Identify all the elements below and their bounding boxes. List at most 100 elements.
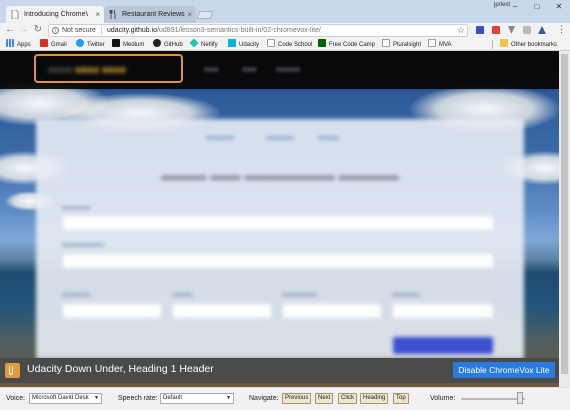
voice-select[interactable]: Microsoft David Desk ▼ xyxy=(29,393,102,404)
bookmark-udacity[interactable]: Udacity xyxy=(228,39,259,50)
url-text[interactable]: udacity.github.io/ud891/lesson3-semantic… xyxy=(107,27,321,34)
twitter-icon xyxy=(76,39,84,47)
nav-link[interactable]: ■■■ xyxy=(242,65,257,74)
fork-knife-icon xyxy=(109,10,116,19)
other-bookmarks-label: Other bookmarks xyxy=(511,42,558,48)
volume-label: Volume: xyxy=(430,395,456,402)
netlify-icon xyxy=(189,38,199,48)
voice-label: Voice: xyxy=(6,395,26,402)
next-button[interactable]: Next xyxy=(315,393,334,404)
bookmark-code-school[interactable]: Code School xyxy=(267,39,312,50)
chromevox-announcement: Udacity Down Under, Heading 1 Header xyxy=(27,363,214,375)
security-label[interactable]: Not secure xyxy=(62,27,96,34)
chromevox-icon xyxy=(5,363,20,378)
speech-rate-select[interactable]: Default ▼ xyxy=(160,393,234,404)
divider xyxy=(492,40,493,49)
field-label: ▬▬▬▬ xyxy=(392,291,420,298)
previous-button[interactable]: Previous xyxy=(282,393,312,404)
tab-close-icon[interactable]: × xyxy=(95,6,100,23)
bookmark-label: Free Code Camp xyxy=(329,42,376,48)
nav-link[interactable]: ■■■ xyxy=(204,65,219,74)
bookmark-label: Code School xyxy=(278,42,313,48)
field-label: ▬▬▬▬▬ xyxy=(282,291,317,298)
divider xyxy=(101,27,102,35)
freecodecamp-icon xyxy=(318,39,326,47)
info-icon[interactable]: i xyxy=(52,27,59,34)
bookmarks-bar: Apps Gmail Twitter Medium GitHub Netlify… xyxy=(0,38,570,51)
volume-slider-thumb[interactable] xyxy=(516,392,523,404)
select-input[interactable] xyxy=(282,303,382,319)
bookmark-twitter[interactable]: Twitter xyxy=(76,39,105,50)
folder-icon xyxy=(500,39,508,47)
menu-dots-icon[interactable]: ⋮ xyxy=(557,24,566,35)
bookmark-apps[interactable]: Apps xyxy=(6,39,31,50)
form-tab-link[interactable]: ▬▬▬ xyxy=(318,134,339,141)
chromevox-banner: Udacity Down Under, Heading 1 Header Dis… xyxy=(0,358,559,383)
select-input[interactable] xyxy=(172,303,272,319)
page-icon xyxy=(267,39,275,47)
bookmark-label: Twitter xyxy=(87,42,105,48)
field-label: ▬▬▬▬ xyxy=(62,204,90,211)
text-input[interactable] xyxy=(62,253,494,269)
field-label: ▬▬▬▬▬▬ xyxy=(62,241,104,248)
text-input[interactable] xyxy=(62,215,494,231)
tab-introducing-chromevox[interactable]: Introducing ChromeVox × xyxy=(6,6,104,23)
select-input[interactable] xyxy=(62,303,162,319)
tab-close-icon[interactable]: × xyxy=(187,6,192,23)
back-arrow-icon[interactable]: ← xyxy=(4,23,16,37)
tab-restaurant-reviews[interactable]: Restaurant Reviews × xyxy=(104,6,196,23)
maximize-button[interactable]: □ xyxy=(526,0,548,14)
tab-title: Restaurant Reviews xyxy=(122,11,185,18)
github-icon xyxy=(153,39,161,47)
address-bar[interactable]: i Not secure udacity.github.io/ud891/les… xyxy=(48,24,468,37)
speech-rate-value: Default xyxy=(163,395,183,401)
click-button[interactable]: Click xyxy=(338,393,357,404)
vertical-scrollbar[interactable] xyxy=(559,51,570,387)
submit-button[interactable] xyxy=(393,337,493,354)
new-tab-button[interactable] xyxy=(196,11,214,19)
extension-icon[interactable] xyxy=(523,26,531,34)
form-tab-link[interactable]: ▬▬▬▬ xyxy=(206,134,234,141)
volume-slider[interactable] xyxy=(461,398,525,400)
bookmark-netlify[interactable]: Netlify xyxy=(189,38,218,50)
shield-extension-icon[interactable] xyxy=(492,26,500,34)
bookmark-label: Apps xyxy=(17,42,31,48)
dropdown-arrow-icon: ▼ xyxy=(226,395,231,401)
disable-chromevox-button[interactable]: Disable ChromeVox Lite xyxy=(453,362,555,378)
bookmark-mva[interactable]: MVA xyxy=(428,39,452,50)
close-window-button[interactable]: ✕ xyxy=(548,0,570,14)
top-button[interactable]: Top xyxy=(393,393,409,404)
bookmark-medium[interactable]: Medium xyxy=(112,39,144,50)
site-logo-link[interactable]: ■■■■ ■■■■ ■■■■ xyxy=(34,54,183,83)
other-bookmarks[interactable]: Other bookmarks xyxy=(500,39,557,50)
bookmark-label: Gmail xyxy=(51,42,67,48)
document-icon xyxy=(11,10,19,19)
select-input[interactable] xyxy=(392,303,494,319)
voice-value: Microsoft David Desk xyxy=(32,395,89,401)
gmail-icon xyxy=(40,39,48,47)
a-extension-icon[interactable] xyxy=(538,26,546,34)
page-viewport: ■■■■ ■■■■ ■■■■ ■■■ ■■■ ■■■■■ ▬▬▬▬ ▬▬▬▬ ▬… xyxy=(0,51,559,387)
nav-link[interactable]: ■■■■■ xyxy=(276,65,300,74)
bookmark-star-icon[interactable]: ☆ xyxy=(457,25,465,36)
bookmark-pluralsight[interactable]: Pluralsight xyxy=(382,39,421,50)
bookmark-label: Pluralsight xyxy=(393,42,422,48)
reload-icon[interactable]: ↻ xyxy=(32,23,44,37)
tab-title: Introducing ChromeVox xyxy=(24,11,88,18)
bookmark-free-code-camp[interactable]: Free Code Camp xyxy=(318,39,375,50)
scrollbar-thumb[interactable] xyxy=(561,54,568,374)
heading-button[interactable]: Heading xyxy=(360,393,389,404)
forward-arrow-icon[interactable]: → xyxy=(18,23,30,37)
bookmark-label: Netlify xyxy=(201,42,218,48)
url-host: udacity.github.io xyxy=(107,27,158,34)
speech-rate-label: Speech rate: xyxy=(118,395,158,402)
url-path: /ud891/lesson3-semantics-built-in/02-chr… xyxy=(157,27,321,34)
apps-grid-icon xyxy=(6,39,14,47)
form-tab-link[interactable]: ▬▬▬▬ xyxy=(266,134,294,141)
bookmark-label: Medium xyxy=(123,42,145,48)
minimize-button[interactable]: − xyxy=(504,0,526,14)
vee-extension-icon[interactable] xyxy=(508,26,515,34)
bookmark-github[interactable]: GitHub xyxy=(153,39,183,50)
extension-icon[interactable] xyxy=(476,26,484,34)
bookmark-gmail[interactable]: Gmail xyxy=(40,39,67,50)
